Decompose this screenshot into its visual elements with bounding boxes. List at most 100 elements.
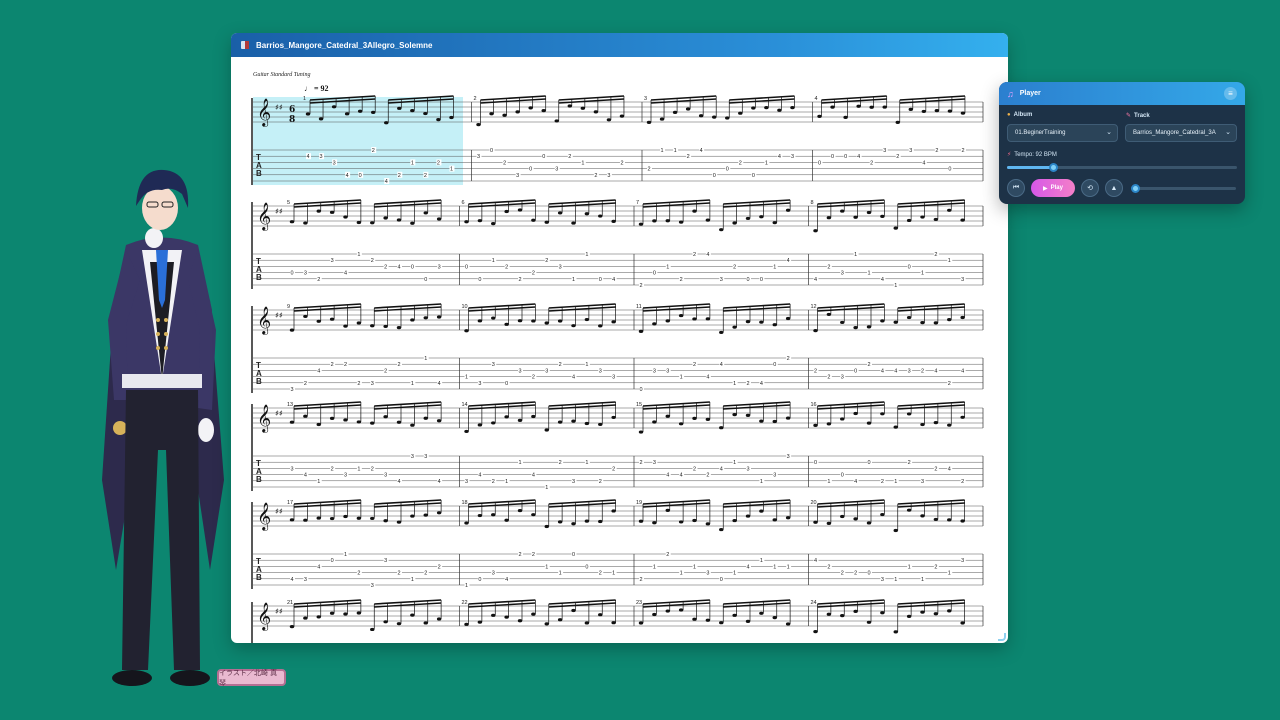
tempo-slider-fill xyxy=(1007,166,1053,169)
fret-number: 1 xyxy=(492,258,495,264)
note-head xyxy=(772,419,777,424)
note-head xyxy=(813,423,818,427)
fret-number: 0 xyxy=(948,167,951,173)
player-header[interactable]: ♫ Player ≡ xyxy=(999,82,1245,105)
measure-number: 2 xyxy=(474,96,477,102)
note-head xyxy=(289,625,295,629)
fret-number: 1 xyxy=(411,577,414,583)
key-signature: ♯♯ xyxy=(275,409,283,418)
fret-number: 0 xyxy=(868,571,871,577)
tab-clef-letter: B xyxy=(256,475,262,484)
note-head xyxy=(947,208,952,212)
note-head xyxy=(477,423,483,427)
note-head xyxy=(370,627,375,632)
note-head xyxy=(813,329,818,333)
note-head xyxy=(813,520,818,524)
note-head xyxy=(840,614,845,618)
progress-slider[interactable] xyxy=(1131,184,1236,193)
track-select[interactable]: Barrios_Mangore_Catedral_3A ⌄ xyxy=(1125,124,1237,142)
note-head xyxy=(396,326,402,330)
note-head xyxy=(504,615,509,619)
fret-number: 1 xyxy=(653,564,656,570)
note-head xyxy=(678,520,684,524)
score-sheet[interactable]: 𝄞 ♯♯ 68TAB14 334 0242122123023003212 32321 124… xyxy=(231,57,1008,643)
note-head xyxy=(598,214,603,218)
note-head xyxy=(719,228,724,232)
tempo-marking-value: = 92 xyxy=(314,84,329,93)
note-head xyxy=(772,616,777,620)
note-head xyxy=(517,208,523,212)
fret-number: 3 xyxy=(612,375,615,381)
tab-clef-letter: B xyxy=(256,169,262,178)
note-head xyxy=(517,319,523,323)
album-select[interactable]: 01.BeginerTraining ⌄ xyxy=(1007,124,1118,142)
note-head xyxy=(318,117,324,121)
loop-icon[interactable]: ⟲ xyxy=(1081,179,1099,197)
note-head xyxy=(396,420,402,424)
note-head xyxy=(303,414,308,418)
hamburger-menu-icon[interactable]: ≡ xyxy=(1224,87,1237,100)
note-head xyxy=(476,123,481,127)
measure-number: 11 xyxy=(636,304,642,310)
track-label-text: Track xyxy=(1134,112,1150,119)
note-head xyxy=(598,422,603,427)
fret-number: 3 xyxy=(787,454,790,460)
metronome-icon[interactable]: ▲ xyxy=(1105,179,1123,197)
fret-number: 1 xyxy=(894,479,897,485)
album-select-value: 01.BeginerTraining xyxy=(1015,130,1066,136)
fret-number: 4 xyxy=(881,368,884,374)
fret-number: 2 xyxy=(640,460,643,466)
fret-number: 2 xyxy=(934,252,937,258)
note-head xyxy=(356,321,362,325)
note-head xyxy=(751,106,756,110)
fret-number: 2 xyxy=(896,154,899,160)
fret-number: 3 xyxy=(371,583,374,589)
player-panel: ♫ Player ≡ ● Album 01.BeginerTraining ⌄ … xyxy=(999,82,1245,204)
note-head xyxy=(745,413,751,417)
fret-number: 2 xyxy=(693,466,696,472)
album-label: ● Album xyxy=(1007,112,1032,118)
fret-number: 3 xyxy=(961,277,964,283)
note-head xyxy=(584,621,590,625)
fret-number: 0 xyxy=(465,264,468,270)
note-head xyxy=(410,221,415,225)
current-measure-highlight[interactable] xyxy=(253,97,463,185)
fret-number: 2 xyxy=(693,252,696,258)
tempo-slider-handle[interactable] xyxy=(1049,163,1058,172)
play-button[interactable]: ▶ Play xyxy=(1031,179,1075,197)
tempo-slider[interactable] xyxy=(1007,163,1237,172)
note-head xyxy=(893,528,898,533)
note-head xyxy=(371,110,376,114)
note-head xyxy=(357,109,363,113)
note-head xyxy=(611,320,616,324)
note-head xyxy=(652,219,657,223)
note-head xyxy=(584,212,590,216)
fret-number: 2 xyxy=(559,362,562,368)
note-head xyxy=(705,317,711,321)
fret-number: 4 xyxy=(814,277,817,283)
note-head xyxy=(557,618,563,622)
skip-back-icon[interactable]: ⏮ xyxy=(1007,179,1025,197)
fret-number: 1 xyxy=(585,252,588,258)
note-head xyxy=(856,104,861,108)
progress-slider-handle[interactable] xyxy=(1131,184,1140,193)
resize-grip-icon[interactable] xyxy=(998,633,1006,641)
fret-number: 2 xyxy=(921,368,924,374)
fret-number: 3 xyxy=(706,571,709,577)
note-head xyxy=(732,613,737,617)
fret-number: 2 xyxy=(398,173,401,179)
note-head xyxy=(289,518,295,522)
fret-number: 1 xyxy=(908,564,911,570)
fret-number: 1 xyxy=(545,485,548,491)
note-head xyxy=(830,105,835,109)
note-head xyxy=(853,326,858,330)
note-head xyxy=(528,106,533,110)
note-head xyxy=(665,319,670,323)
note-head xyxy=(906,218,912,223)
fret-number: 2 xyxy=(841,571,844,577)
fret-number: 1 xyxy=(854,252,857,258)
fret-number: 4 xyxy=(438,381,441,387)
fret-number: 4 xyxy=(894,368,897,374)
fret-number: 1 xyxy=(733,460,736,466)
score-body[interactable]: 𝄞 ♯♯ 6 8 T A B 1 4 3 3 4 0 2 4 2 1 2 2 1 2 3 0 2 3 0 0 3 2 1 2 3 2 3 2 1 1 2 4… xyxy=(231,57,1008,643)
